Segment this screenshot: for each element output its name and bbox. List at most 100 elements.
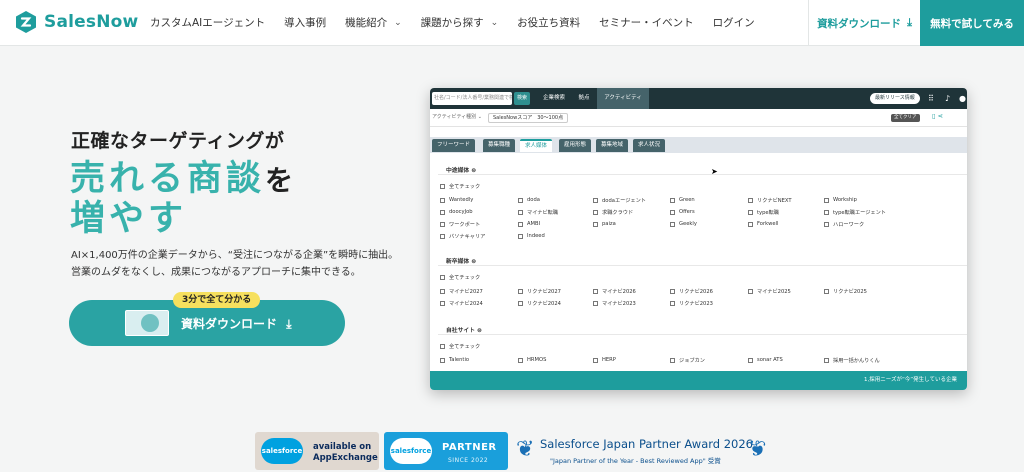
hero-download-button[interactable]: 3分で全て分かる 資料ダウンロード ⤓ <box>69 292 345 346</box>
filter-select-label: アクティビティ種別 <box>432 114 477 120</box>
media-option-checkbox: マイナビ転職 <box>518 209 558 216</box>
app-subtab: 募集職種 <box>483 139 516 152</box>
app-clear-button: 全てクリア <box>891 114 920 122</box>
chevron-down-icon: ⌄ <box>394 17 402 28</box>
app-news-badge: 最新リリース情報 <box>870 93 920 104</box>
checkbox-icon <box>824 222 829 227</box>
option-label: ハローワーク <box>833 222 865 228</box>
partner-badge: salesforce PARTNER SINCE 2022 <box>384 432 508 470</box>
option-label: バソナキャリア <box>449 234 486 240</box>
trial-label: 無料で試してみる <box>930 17 1014 30</box>
hero-headline-2: 増やす <box>70 199 188 239</box>
media-option-checkbox: Green <box>670 197 695 203</box>
option-label: Offers <box>679 209 695 215</box>
app-tab: 拠点 <box>578 95 590 101</box>
salesnow-logo-icon <box>16 11 36 33</box>
checkbox-icon <box>670 289 675 294</box>
checkbox-icon <box>670 358 675 363</box>
option-label: sonar ATS <box>757 357 783 363</box>
select-all-checkbox: 全てチェック <box>440 343 480 350</box>
media-option-checkbox: doda <box>518 197 540 203</box>
media-option-checkbox: リクナビ2023 <box>670 300 713 307</box>
checkbox-icon <box>670 197 675 203</box>
media-option-checkbox: AMBI <box>518 221 540 227</box>
header-download-button[interactable]: 資料ダウンロード ⤓ <box>808 0 920 46</box>
option-label: リクナビ2026 <box>679 289 713 295</box>
checkbox-icon <box>440 289 445 294</box>
checkbox-icon <box>518 289 523 294</box>
option-label: リクナビ2023 <box>679 301 713 307</box>
nav-seminars[interactable]: セミナー・イベント <box>599 15 694 30</box>
app-subtabs: フリーワード 募集職種 求人媒体 雇用形態 募集地域 求人状況 <box>430 137 967 153</box>
hero-description: AI×1,400万件の企業データから、“受注につながる企業”を瞬時に抽出。 営業… <box>71 247 401 281</box>
app-subtab: フリーワード <box>432 139 476 152</box>
award-title: Salesforce Japan Partner Award 2026 <box>540 437 754 451</box>
nav-label: 課題から探す <box>420 17 484 29</box>
option-label: 全てチェック <box>449 184 481 190</box>
select-all-checkbox: 全てチェック <box>440 274 480 281</box>
option-label: リクナビ2025 <box>833 289 867 295</box>
media-option-checkbox: マイナビ2027 <box>440 288 483 295</box>
laurel-right-icon: ❦ <box>748 437 767 462</box>
checkbox-icon <box>748 221 753 227</box>
app-filter-select: アクティビティ種別 ⌄ <box>432 114 482 120</box>
partner-line-1: PARTNER <box>442 442 497 453</box>
media-option-checkbox: ハローワーク <box>824 221 864 228</box>
media-option-checkbox: type転職エージェント <box>824 209 886 216</box>
checkbox-icon <box>593 301 598 306</box>
checkbox-icon <box>440 234 445 239</box>
nav-case-studies[interactable]: 導入事例 <box>284 15 326 30</box>
option-label: Green <box>679 197 695 203</box>
option-label: 全てチェック <box>449 275 481 281</box>
nav-features[interactable]: 機能紹介 ⌄ <box>345 15 402 30</box>
checkbox-icon <box>440 184 445 189</box>
app-tab: 企業検索 <box>542 95 565 101</box>
nav-login[interactable]: ログイン <box>713 15 755 30</box>
option-label: HRMOS <box>527 357 547 363</box>
media-option-checkbox: HERP <box>593 357 616 363</box>
media-option-checkbox: HRMOS <box>518 357 546 363</box>
option-label: Geekly <box>679 221 697 227</box>
app-subtab: 求人状況 <box>633 139 666 152</box>
app-filter-chip: SalesNowスコア 30〜100点 <box>488 113 569 123</box>
media-option-checkbox: Geekly <box>670 221 697 227</box>
checkbox-icon <box>518 210 523 215</box>
select-all-checkbox: 全てチェック <box>440 183 480 190</box>
option-label: マイナビ2025 <box>757 289 791 295</box>
option-label: 求職クラウド <box>602 210 634 216</box>
media-option-checkbox: マイナビ2025 <box>748 288 791 295</box>
hero-headline-particle: を <box>265 164 298 197</box>
option-label: リクナビ2024 <box>527 301 561 307</box>
app-search-button: 検索 <box>514 92 530 105</box>
checkbox-icon <box>440 197 445 203</box>
media-option-checkbox: リクナビ2025 <box>824 288 867 295</box>
nav-resources[interactable]: お役立ち資料 <box>517 15 580 30</box>
download-label: 資料ダウンロード <box>817 17 902 30</box>
checkbox-icon <box>518 221 523 227</box>
partner-line-2: SINCE 2022 <box>448 457 489 464</box>
free-trial-button[interactable]: 無料で試してみる <box>920 0 1024 46</box>
media-option-checkbox: ジョブカン <box>670 357 705 364</box>
logo[interactable]: SalesNow <box>14 10 138 34</box>
award-subtitle: "Japan Partner of the Year - Best Review… <box>550 457 721 465</box>
option-label: 全てチェック <box>449 344 481 350</box>
media-option-checkbox: ワークポート <box>440 221 480 228</box>
app-subtab: 募集地域 <box>596 139 629 152</box>
logo-text: SalesNow <box>44 12 139 32</box>
option-label: リクナビ2027 <box>527 289 561 295</box>
checkbox-icon <box>593 198 598 203</box>
nav-by-problem[interactable]: 課題から探す ⌄ <box>421 15 499 30</box>
nav-ai-agent[interactable]: カスタムAIエージェント <box>150 15 265 30</box>
checkbox-icon <box>440 222 445 227</box>
media-option-checkbox: Forkwell <box>748 221 778 227</box>
app-topbar: 社名/コード/法人番号/業務関連で検索 検索 企業検索 拠点 アクティビティ 最… <box>430 88 967 109</box>
checkbox-icon <box>670 301 675 306</box>
option-label: ワークポート <box>449 222 481 228</box>
download-icon: ⤓ <box>907 16 912 29</box>
option-label: ジョブカン <box>679 358 705 364</box>
option-label: AMBI <box>527 221 541 227</box>
checkbox-icon <box>824 197 829 203</box>
option-label: Indeed <box>527 233 545 239</box>
option-label: HERP <box>602 357 616 363</box>
option-label: マイナビ2024 <box>449 301 483 307</box>
